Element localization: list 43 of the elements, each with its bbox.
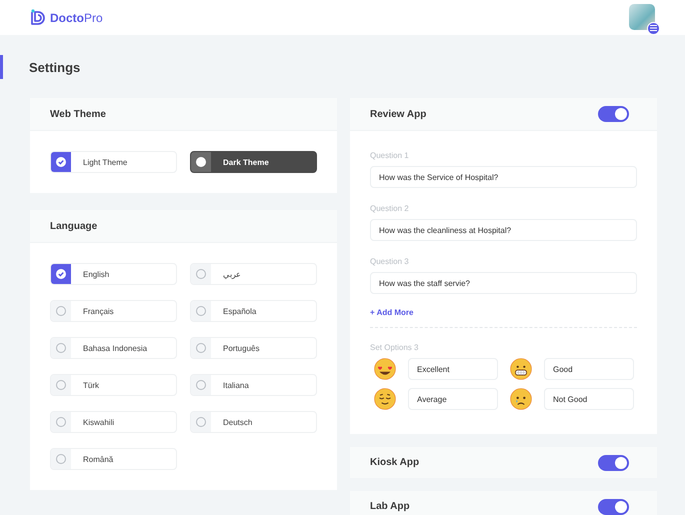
language-option[interactable]: Deutsch [190,411,317,433]
brand-name: DoctoPro [50,10,103,24]
relieved-emoji-icon [374,388,396,410]
question-label: Question 2 [370,204,410,214]
avatar-photo-placeholder[interactable] [629,4,655,30]
question-field[interactable]: How was the cleanliness at Hospital? [370,219,637,241]
card-title: Review App [370,108,426,120]
rating-label-field[interactable]: Not Good [544,388,634,410]
rating-label-field[interactable]: Excellent [408,358,498,380]
toggle-switch[interactable] [598,498,629,514]
question-field[interactable]: How was the Service of Hospital? [370,166,637,188]
language-option[interactable]: Kiswahili [50,411,177,433]
toggle-switch[interactable] [598,454,629,470]
language-option[interactable]: Bahasa Indonesia [50,337,177,359]
question-label: Question 1 [370,151,410,161]
page-title: Settings [29,60,80,74]
language-option[interactable]: Italiana [190,374,317,396]
card-title: Web Theme [50,108,106,120]
language-option[interactable]: Türk [50,374,177,396]
theme-option[interactable]: Light Theme [50,151,177,173]
logo-icon [30,9,47,26]
heart-eyes-emoji-icon [374,358,396,380]
language-option[interactable]: Española [190,300,317,322]
card-title: Lab App [370,501,410,512]
question-field[interactable]: How was the staff servie? [370,272,637,294]
options-label: Set Options 3 [370,343,420,352]
card-title: Kiosk App [370,457,420,468]
language-option[interactable]: Português [190,337,317,359]
language-option[interactable]: عربي [190,263,317,285]
grinning-emoji-icon [510,358,532,380]
language-option[interactable]: English [50,263,177,285]
add-more-link[interactable]: + Add More [370,308,414,317]
menu-icon [650,25,657,31]
rating-label-field[interactable]: Good [544,358,634,380]
question-label: Question 3 [370,257,410,267]
card-title: Language [50,220,98,232]
crying-emoji-icon [510,388,532,410]
language-option[interactable]: Română [50,448,177,470]
rating-label-field[interactable]: Average [408,388,498,410]
menu-button[interactable] [647,22,660,34]
toggle-switch[interactable] [598,106,629,122]
theme-option[interactable]: Dark Theme [190,151,317,173]
language-option[interactable]: Français [50,300,177,322]
